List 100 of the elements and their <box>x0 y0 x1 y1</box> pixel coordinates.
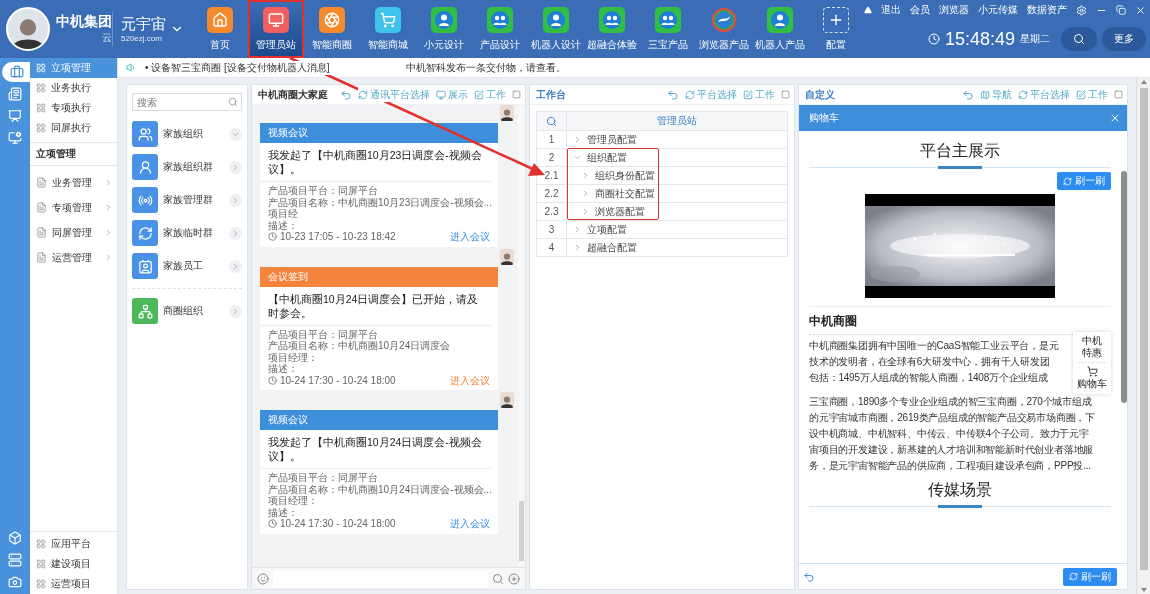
join-link[interactable]: 进入会议 <box>450 231 490 243</box>
tree-item[interactable]: 超融合配置 <box>567 239 787 256</box>
close-button[interactable] <box>1109 112 1121 124</box>
briefcase-icon <box>10 65 24 79</box>
nav-item[interactable]: 产品设计 <box>472 0 528 58</box>
org-group[interactable]: 家族组织 <box>132 121 242 147</box>
panel-action[interactable]: 导航 <box>980 87 1012 102</box>
grid-icon <box>36 123 46 133</box>
chevron-right-icon <box>104 228 113 237</box>
back-icon[interactable] <box>803 570 815 583</box>
tree-item[interactable]: 浏览器配置 <box>567 203 787 220</box>
org-group[interactable]: 家族组织群 <box>132 154 242 180</box>
message-time: 10-24 17:30 - 10-24 18:00 <box>280 374 396 386</box>
clock-icon <box>268 519 277 529</box>
user-icon <box>137 159 153 175</box>
triangle-icon[interactable] <box>864 6 872 14</box>
nav-item[interactable]: 配置 <box>808 0 864 58</box>
back-icon[interactable] <box>962 88 974 101</box>
message-field: 产品项目名称：中机商圈10月24日调度会 <box>268 340 490 352</box>
settings-icon[interactable] <box>1076 4 1087 16</box>
maximize-icon[interactable] <box>781 90 790 99</box>
menu-group[interactable]: 同屏管理 <box>30 220 117 245</box>
menu-item[interactable]: 同屏执行 <box>30 118 117 138</box>
nav-item[interactable]: 浏览器产品 <box>696 0 752 58</box>
menu-item[interactable]: 立项管理 <box>30 58 117 78</box>
panel-action[interactable]: 工作 <box>1076 87 1108 102</box>
menu-item[interactable]: 运营项目 <box>30 574 117 594</box>
refresh-button[interactable]: 刷一刷 <box>1063 567 1117 586</box>
promo-link[interactable]: 中机特惠 <box>1081 335 1103 359</box>
section-heading: 传媒场景 <box>927 480 993 500</box>
nav-item[interactable]: 机器人产品 <box>752 0 808 58</box>
chevron-right-icon <box>104 253 113 262</box>
top-link[interactable]: 数据资产 <box>1027 3 1067 17</box>
org-group[interactable]: 家族员工 <box>132 253 242 279</box>
search-button[interactable] <box>1061 27 1097 51</box>
top-link[interactable]: 退出 <box>881 3 901 17</box>
scroll-thumb[interactable] <box>1139 88 1148 570</box>
org-group[interactable]: 家族管理群 <box>132 187 242 213</box>
nav-item[interactable]: 智能商城 <box>360 0 416 58</box>
refresh-icon <box>685 89 695 100</box>
maximize-icon[interactable] <box>512 90 521 99</box>
tree-item[interactable]: 组织身份配置 <box>567 167 787 184</box>
panel-action[interactable]: 工作 <box>474 87 506 102</box>
card-tag: 会议签到 <box>260 266 498 287</box>
org-group[interactable]: 商圈组织 <box>132 298 242 324</box>
panel-title: 自定义 <box>805 87 835 102</box>
nav-item[interactable]: 智能商圈 <box>304 0 360 58</box>
search-icon[interactable] <box>492 572 504 585</box>
menu-item[interactable]: 专项执行 <box>30 98 117 118</box>
scroll-thumb[interactable] <box>519 501 524 561</box>
menu-group[interactable]: 专项管理 <box>30 195 117 220</box>
tree-item[interactable]: 组织配置 <box>567 149 787 166</box>
more-button[interactable]: 更多 <box>1102 27 1146 51</box>
restore-icon[interactable] <box>1116 5 1126 15</box>
back-icon[interactable] <box>340 88 352 101</box>
tree-item[interactable]: 管理员配置 <box>567 131 787 148</box>
menu-item[interactable]: 业务执行 <box>30 78 117 98</box>
sender-avatar[interactable] <box>500 248 514 265</box>
top-link[interactable]: 小元传媒 <box>978 3 1018 17</box>
scroll-thumb[interactable] <box>1121 171 1127 403</box>
search-icon <box>228 97 238 107</box>
search-icon[interactable] <box>546 115 557 127</box>
section-heading: 平台主展示 <box>919 141 1001 161</box>
panel-action[interactable]: 平台选择 <box>1018 87 1070 102</box>
menu-group[interactable]: 运营管理 <box>30 245 117 270</box>
join-link[interactable]: 进入会议 <box>450 374 490 386</box>
nav-item[interactable]: 首页 <box>192 0 248 58</box>
search-field[interactable]: 搜索 <box>132 93 242 111</box>
close-icon[interactable] <box>1135 4 1146 16</box>
tree-item[interactable]: 立项配置 <box>567 221 787 238</box>
top-link[interactable]: 浏览器 <box>939 3 969 17</box>
menu-group[interactable]: 业务管理 <box>30 170 117 195</box>
menu-item[interactable]: 建设项目 <box>30 554 117 574</box>
article-line: 技术的发明者，在全球有6大研发中心，拥有千人研发团 <box>809 355 1051 369</box>
nav-item[interactable]: 小元设计 <box>416 0 472 58</box>
tree-item[interactable]: 商圈社交配置 <box>567 185 787 202</box>
panel-action[interactable]: 通讯平台选择 <box>358 87 430 102</box>
add-icon[interactable] <box>508 572 520 585</box>
panel-action[interactable]: 平台选择 <box>685 87 737 102</box>
emoji-icon[interactable] <box>257 572 269 585</box>
sender-avatar[interactable] <box>500 392 514 408</box>
back-icon[interactable] <box>667 88 679 101</box>
panel-action[interactable]: 工作 <box>743 87 775 102</box>
user-avatar[interactable] <box>6 7 50 51</box>
top-link[interactable]: 会员 <box>910 3 930 17</box>
rail-button[interactable] <box>2 62 32 82</box>
nav-item[interactable]: 机器人设计 <box>528 0 584 58</box>
site-name[interactable]: 元宇宙 <box>121 15 166 34</box>
panel-action[interactable]: 展示 <box>436 87 468 102</box>
org-group[interactable]: 家族临时群 <box>132 220 242 246</box>
nav-item[interactable]: 超融合体验 <box>584 0 640 58</box>
nav-item[interactable]: 管理员站 <box>248 0 304 58</box>
cart-link[interactable]: 购物车 <box>1077 362 1107 391</box>
refresh-button[interactable]: 刷一刷 <box>1057 172 1111 190</box>
nav-item[interactable]: 三宝产品 <box>640 0 696 58</box>
sender-avatar[interactable] <box>500 105 514 121</box>
maximize-icon[interactable] <box>1114 90 1123 99</box>
menu-item[interactable]: 应用平台 <box>30 534 117 554</box>
join-link[interactable]: 进入会议 <box>450 518 490 530</box>
person-silhouette-icon <box>500 107 514 121</box>
